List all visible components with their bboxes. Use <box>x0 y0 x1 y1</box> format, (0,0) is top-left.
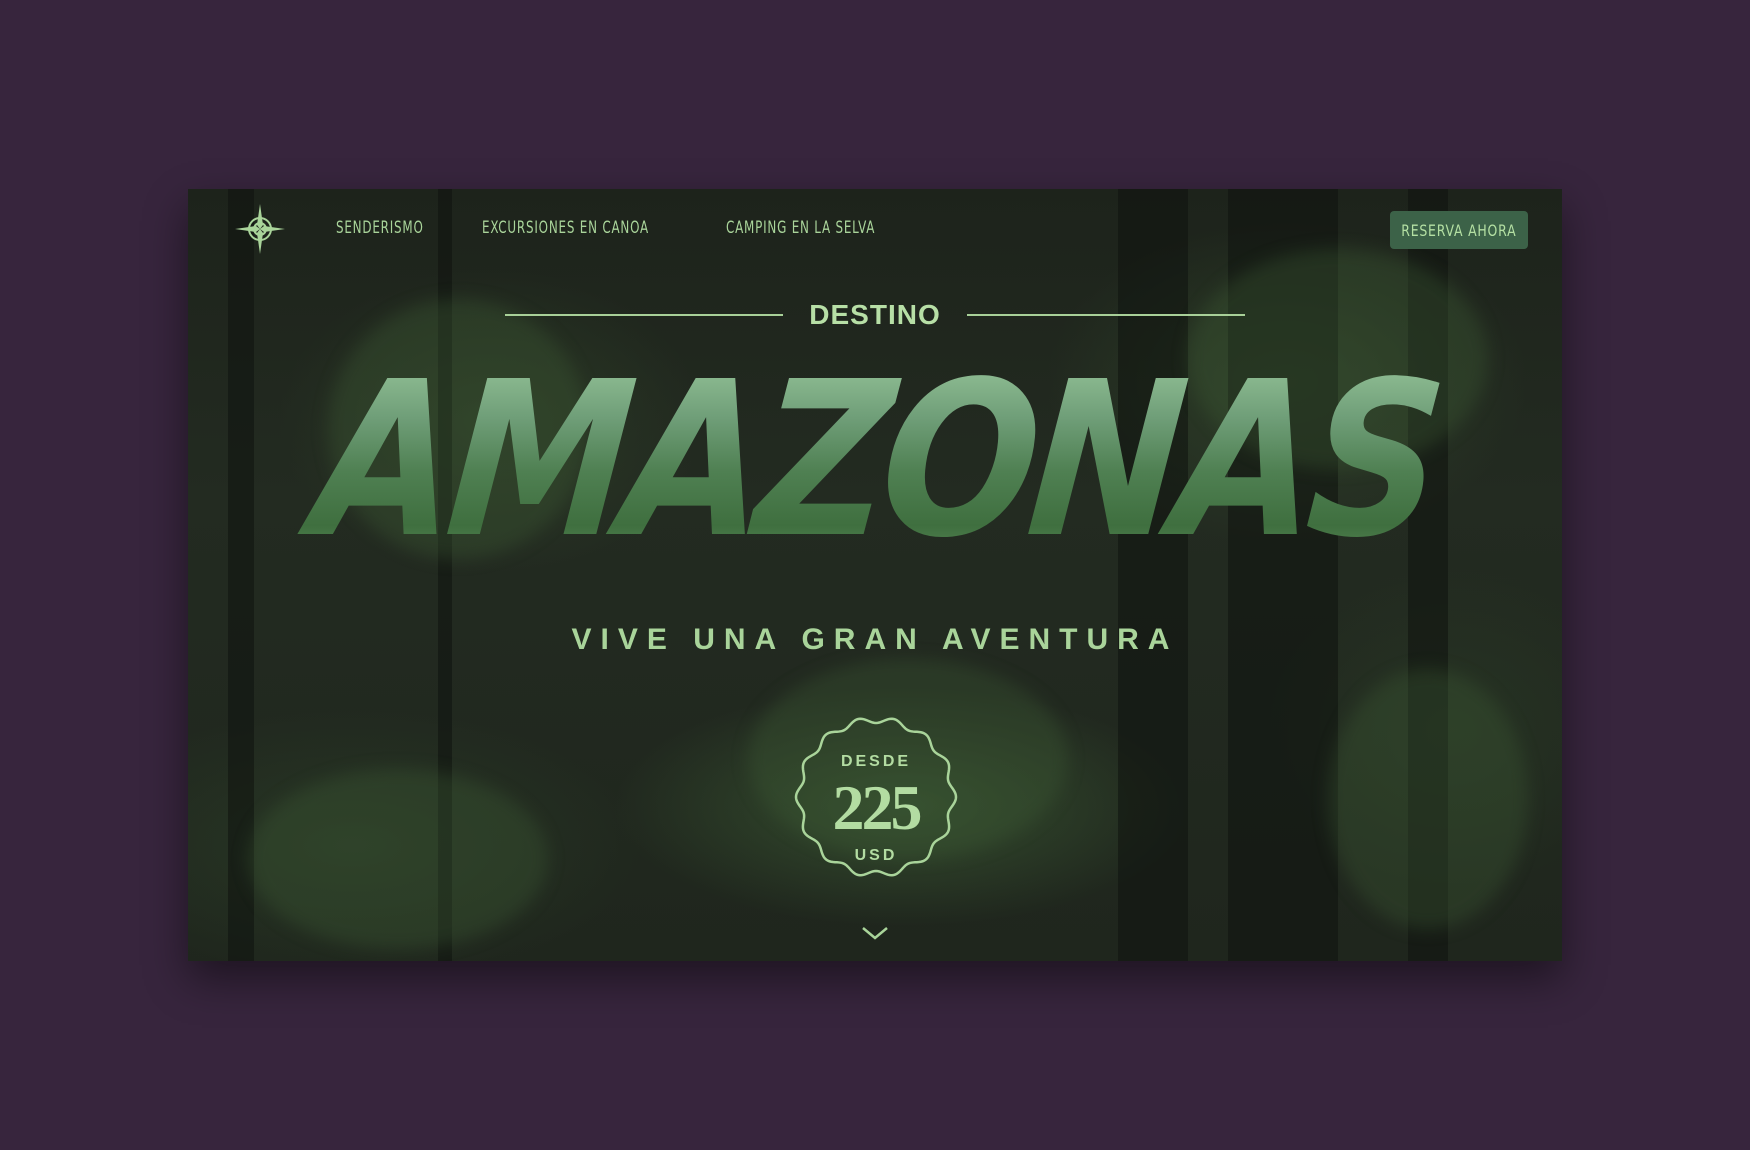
price-amount: 225 <box>832 772 923 843</box>
eyebrow-divider-left <box>505 314 784 316</box>
nav-item-excursiones-en-canoa[interactable]: EXCURSIONES EN CANOA <box>482 218 648 238</box>
reserve-now-button[interactable]: RESERVA AHORA <box>1390 211 1528 249</box>
nav-item-camping-en-la-selva[interactable]: CAMPING EN LA SELVA <box>726 218 882 238</box>
nav-item-senderismo[interactable]: SENDERISMO <box>336 218 423 238</box>
hero-title: AMAZONAS <box>275 336 1476 585</box>
eyebrow: DESTINO <box>188 299 1562 331</box>
chevron-down-icon[interactable] <box>860 925 890 941</box>
reserve-now-label: RESERVA AHORA <box>1401 220 1517 240</box>
price-badge: DESDE 225 USD <box>790 711 962 883</box>
eyebrow-divider-right <box>966 314 1245 316</box>
eyebrow-label: DESTINO <box>809 299 941 330</box>
hero-subtitle: VIVE UNA GRAN AVENTURA <box>571 623 1179 656</box>
price-from-label: DESDE <box>840 753 912 770</box>
compass-rose-icon[interactable] <box>234 203 286 255</box>
main-nav: SENDERISMO EXCURSIONES EN CANOA CAMPING … <box>336 218 926 238</box>
price-currency: USD <box>854 847 898 864</box>
hero-frame: SENDERISMO EXCURSIONES EN CANOA CAMPING … <box>188 189 1562 961</box>
